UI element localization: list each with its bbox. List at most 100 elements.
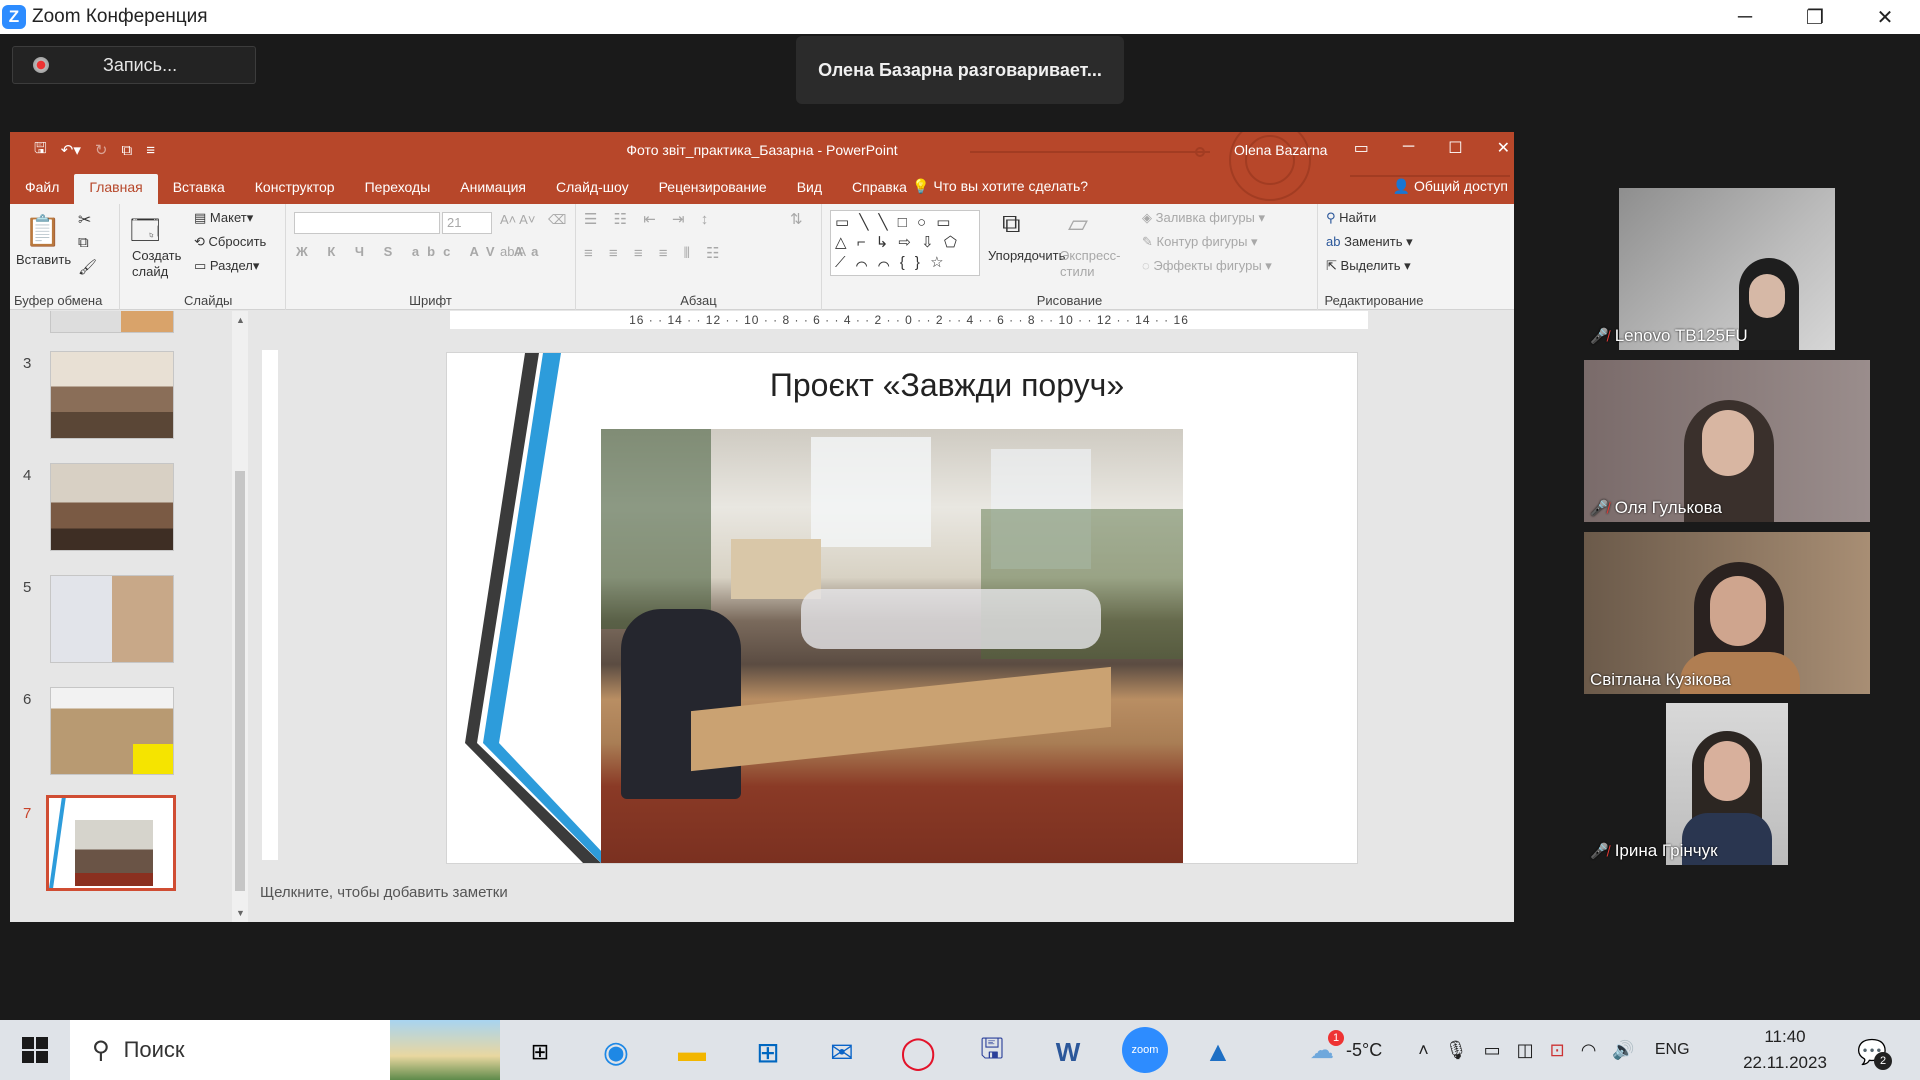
store-icon[interactable]: ⊞	[748, 1034, 788, 1070]
select-button[interactable]: ⇱ Выделить ▾	[1326, 258, 1411, 274]
slide-thumbnail-6[interactable]	[50, 687, 174, 775]
slide-number: 3	[23, 355, 32, 372]
slide-number: 5	[23, 579, 32, 596]
restore-button[interactable]: ❐	[1780, 0, 1850, 34]
volume-icon[interactable]: 🔊	[1612, 1040, 1634, 1061]
text-direction-icon[interactable]: ⇅	[790, 210, 803, 228]
find-button[interactable]: ⚲ Найти	[1326, 210, 1376, 226]
copy-icon[interactable]: ⧉	[78, 234, 89, 251]
arrange-icon[interactable]: ⧉	[1002, 208, 1021, 240]
section-button[interactable]: ▭ Раздел▾	[194, 258, 259, 274]
grow-font-icon[interactable]: A˄ A˅	[500, 212, 535, 227]
microphone-icon[interactable]: 🎙	[1445, 1040, 1468, 1061]
reset-button[interactable]: ⟲ Сбросить	[194, 234, 266, 250]
slide-canvas[interactable]: Проєкт «Завжди поруч»	[446, 352, 1358, 864]
ribbon-display-icon[interactable]: ▭	[1354, 138, 1369, 158]
slide-number: 6	[23, 691, 32, 708]
minimize-button[interactable]: ─	[1710, 0, 1780, 34]
recording-button[interactable]: Запись...	[12, 46, 256, 84]
tab-insert[interactable]: Вставка	[158, 174, 240, 204]
slide-number: 7	[23, 805, 32, 822]
record-icon	[33, 57, 49, 73]
tab-view[interactable]: Вид	[782, 174, 837, 204]
participant-tile[interactable]: 🎤̸ Lenovo TB125FU	[1584, 188, 1870, 350]
participant-name: Світлана Кузікова	[1590, 670, 1731, 689]
tab-animations[interactable]: Анимация	[445, 174, 541, 204]
paste-icon[interactable]: 📋	[24, 214, 61, 249]
group-editing: ⚲ Найти ab Заменить ▾ ⇱ Выделить ▾ Редак…	[1318, 204, 1430, 310]
slide-thumbnail-3[interactable]	[50, 351, 174, 439]
quick-styles-button[interactable]: Экспресс-стили	[1060, 248, 1124, 280]
wifi-icon[interactable]: ◠	[1581, 1040, 1597, 1061]
participant-tile[interactable]: Світлана Кузікова	[1584, 532, 1870, 694]
tab-transitions[interactable]: Переходы	[350, 174, 446, 204]
slide-thumbnail-2[interactable]	[50, 311, 174, 333]
new-slide-button[interactable]: Создать слайд	[132, 248, 182, 280]
taskbar-clock[interactable]: 11:40 22.11.2023	[1730, 1024, 1840, 1076]
photos-icon[interactable]: ▲	[1198, 1034, 1238, 1070]
replace-button[interactable]: ab Заменить ▾	[1326, 234, 1413, 250]
participant-tile[interactable]: 🎤̸ Оля Гулькова	[1584, 360, 1870, 522]
cut-icon[interactable]: ✂	[78, 210, 91, 230]
notes-placeholder[interactable]: Щелкните, чтобы добавить заметки	[260, 884, 508, 901]
list-buttons[interactable]: ☰ ☷ ⇤ ⇥ ↕	[584, 210, 714, 228]
file-explorer-icon[interactable]: ▬	[672, 1034, 712, 1070]
editing-label: Редактирование	[1324, 293, 1424, 308]
ppt-maximize-button[interactable]: ☐	[1448, 138, 1462, 158]
notifications-icon[interactable]: 💬 2	[1852, 1034, 1892, 1070]
zoom-taskbar-icon[interactable]: zoom	[1122, 1027, 1168, 1073]
close-button[interactable]: ✕	[1850, 0, 1920, 34]
shape-fill-button[interactable]: ◈ Заливка фигуры ▾	[1142, 210, 1265, 226]
edge-icon[interactable]: ◉	[596, 1034, 636, 1070]
drawing-label: Рисование	[1036, 293, 1103, 308]
arrange-button[interactable]: Упорядочить	[988, 248, 1065, 263]
share-button[interactable]: 👤 Общий доступ	[1393, 178, 1508, 195]
participant-tile[interactable]: 🎤̸ Ірина Грінчук	[1584, 703, 1870, 865]
slide-thumbnail-7[interactable]	[46, 795, 176, 891]
floppy-app-icon[interactable]: 🖫	[972, 1033, 1012, 1070]
format-painter-icon[interactable]: 🖌	[78, 258, 97, 276]
start-button[interactable]	[0, 1020, 70, 1080]
battery-icon[interactable]: ▭	[1484, 1040, 1501, 1061]
taskbar-search[interactable]: ⚲ Поиск	[70, 1020, 500, 1080]
slide-photo[interactable]	[601, 429, 1183, 863]
quick-styles-icon[interactable]: ▱	[1068, 208, 1088, 239]
mail-icon[interactable]: ✉	[822, 1034, 862, 1070]
ppt-minimize-button[interactable]: ─	[1403, 138, 1414, 158]
camera-icon[interactable]: ◫	[1517, 1040, 1534, 1061]
slide-title[interactable]: Проєкт «Завжди поруч»	[717, 367, 1177, 404]
paste-button[interactable]: Вставить	[16, 252, 71, 267]
align-buttons[interactable]: ≡ ≡ ≡ ≡ ⫴ ☷	[584, 244, 726, 262]
language-indicator[interactable]: ENG	[1655, 1041, 1690, 1059]
tab-design[interactable]: Конструктор	[240, 174, 350, 204]
tab-home[interactable]: Главная	[74, 174, 158, 204]
windows-logo-icon	[22, 1037, 48, 1063]
tab-slideshow[interactable]: Слайд-шоу	[541, 174, 644, 204]
tray-expand-icon[interactable]: ˄	[1418, 1040, 1429, 1061]
word-icon[interactable]: W	[1048, 1034, 1088, 1070]
shape-outline-button[interactable]: ✎ Контур фигуры ▾	[1142, 234, 1258, 250]
tab-file[interactable]: Файл	[10, 174, 74, 204]
screen-record-icon[interactable]: ⊡	[1550, 1040, 1565, 1061]
clock-time: 11:40	[1764, 1027, 1806, 1046]
section-icon: ▭	[194, 258, 207, 273]
font-color-icon[interactable]: ab A	[500, 244, 526, 259]
task-view-icon[interactable]: ⊞	[520, 1034, 560, 1070]
slide-thumbnail-4[interactable]	[50, 463, 174, 551]
layout-button[interactable]: ▤ Макет▾	[194, 210, 253, 226]
shapes-gallery[interactable]: ▭ ╲ ╲ □ ○ ▭ △ ⌐ ↳ ⇨ ⇩ ⬠ ⟋ ⌒ ⌒ { } ☆	[830, 210, 980, 276]
font-size-input[interactable]: 21	[442, 212, 492, 234]
weather-icon[interactable]: ☁ 1	[1310, 1029, 1344, 1065]
tab-review[interactable]: Рецензирование	[644, 174, 782, 204]
shape-effects-button[interactable]: ◌ Эффекты фигуры ▾	[1142, 258, 1272, 274]
ppt-close-button[interactable]: ✕	[1497, 138, 1510, 158]
slide-thumbnail-5[interactable]	[50, 575, 174, 663]
tab-help[interactable]: Справка	[837, 174, 922, 204]
tell-me-search[interactable]: 💡 Что вы хотите сделать?	[912, 178, 1088, 195]
weather-temp[interactable]: -5°C	[1346, 1040, 1382, 1061]
opera-icon[interactable]: ◯	[898, 1034, 938, 1070]
clear-format-icon[interactable]: ⌫	[548, 212, 566, 228]
thumbnails-scrollbar[interactable]: ▲ ▼	[232, 311, 248, 922]
font-name-input[interactable]	[294, 212, 440, 234]
ppt-user-name[interactable]: Olena Bazarna	[1234, 142, 1327, 158]
